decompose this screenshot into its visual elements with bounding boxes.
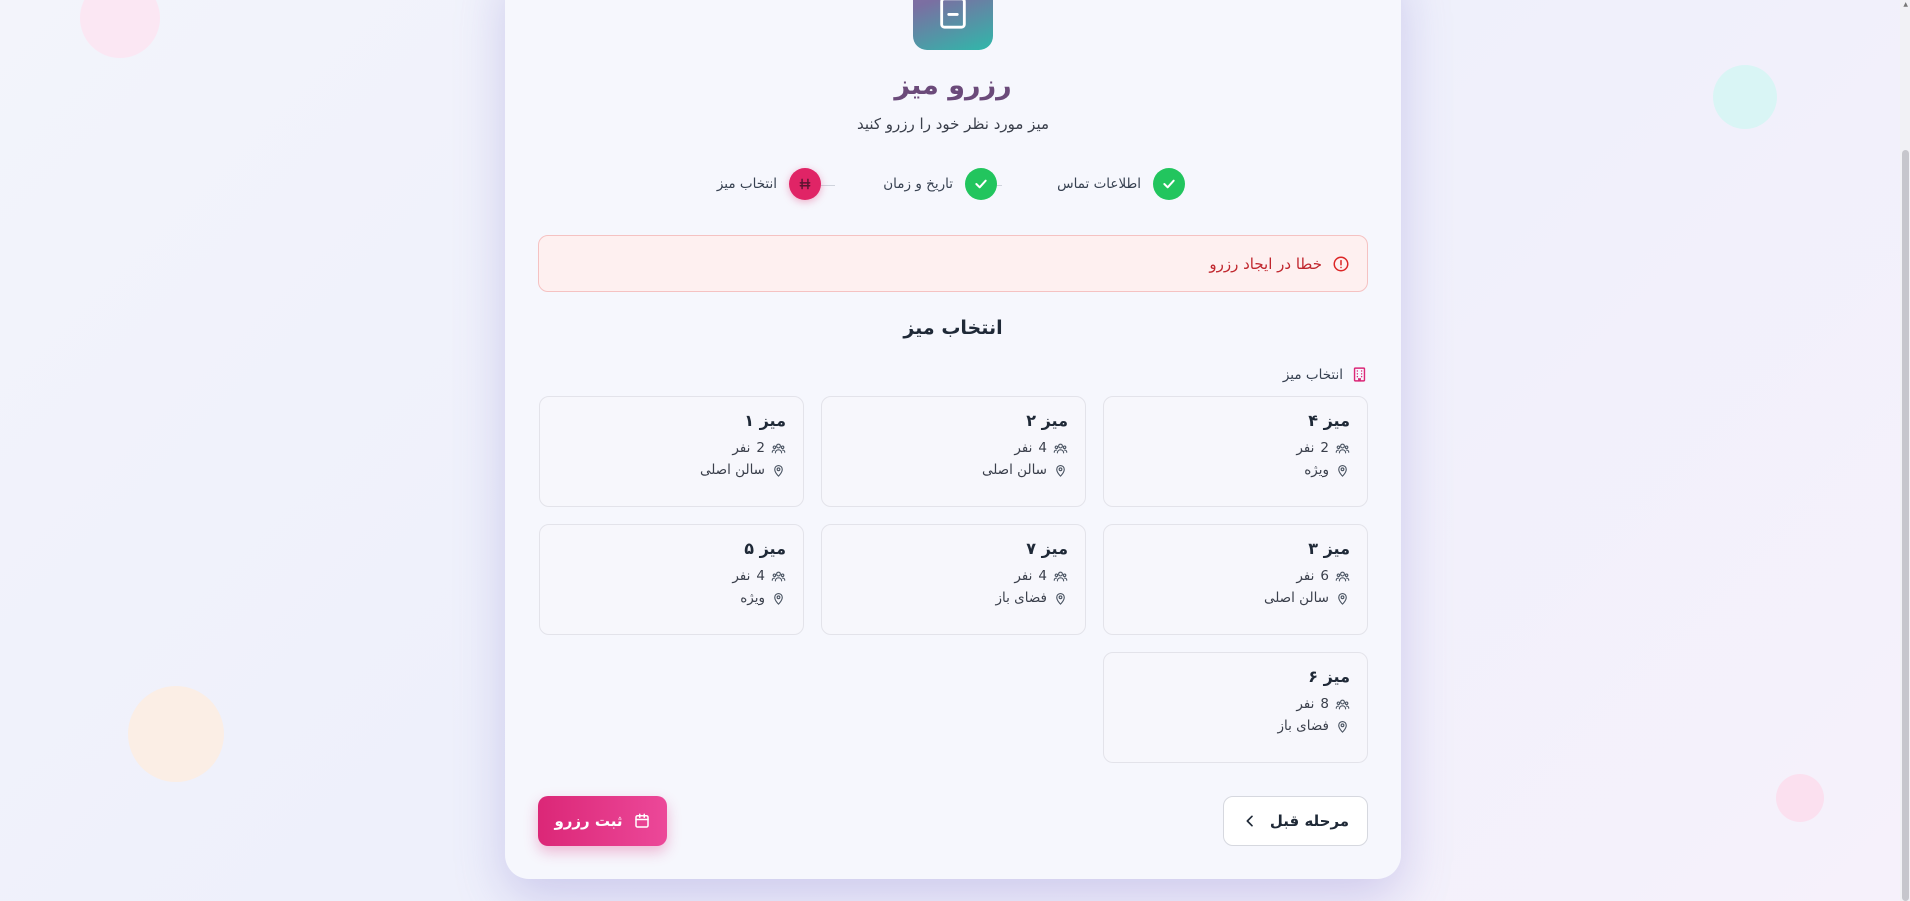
capacity-count: 2 xyxy=(756,440,765,456)
location-label: سالن اصلی xyxy=(1263,590,1329,606)
location-label: ویژه xyxy=(740,590,765,606)
users-icon xyxy=(1335,571,1350,581)
table-capacity: 2 نفر xyxy=(1121,440,1350,456)
step-date-time: تاریخ و زمان xyxy=(883,168,997,200)
location-label: سالن اصلی xyxy=(699,462,765,478)
step-select-table: انتخاب میز xyxy=(717,168,821,200)
capacity-unit: نفر xyxy=(1296,696,1315,712)
decorative-bubble xyxy=(1776,774,1824,822)
step-label: تاریخ و زمان xyxy=(883,176,953,192)
table-location: ویژه xyxy=(557,590,786,606)
capacity-count: 8 xyxy=(1320,696,1329,712)
capacity-count: 4 xyxy=(1038,440,1047,456)
table-select-label: انتخاب میز xyxy=(1283,366,1368,383)
table-location: فضای باز xyxy=(1121,718,1350,734)
table-option-card[interactable]: میز ۳ 6 نفر سالن اصلی xyxy=(1103,524,1368,635)
alert-circle-icon xyxy=(1333,256,1349,271)
table-capacity: 4 نفر xyxy=(557,568,786,584)
capacity-unit: نفر xyxy=(732,440,751,456)
location-pin-icon xyxy=(774,464,783,477)
page-subtitle: میز مورد نظر خود را رزرو کنید xyxy=(856,115,1050,133)
table-name: میز ۳ xyxy=(1308,539,1350,558)
table-capacity: 4 نفر xyxy=(839,440,1068,456)
decorative-bubble xyxy=(1713,65,1777,129)
location-label: فضای باز xyxy=(1277,718,1329,734)
table-location: فضای باز xyxy=(839,590,1068,606)
page-scrollbar[interactable]: ▲ xyxy=(1900,0,1910,901)
table-capacity: 2 نفر xyxy=(557,440,786,456)
capacity-count: 6 xyxy=(1320,568,1329,584)
error-alert: خطا در ایجاد رزرو xyxy=(538,235,1368,292)
step-label: انتخاب میز xyxy=(716,176,777,192)
calendar-icon xyxy=(940,0,966,29)
section-title: انتخاب میز xyxy=(903,317,1003,339)
step-label: اطلاعات تماس xyxy=(1057,176,1141,192)
location-pin-icon xyxy=(774,592,783,605)
error-message: خطا در ایجاد رزرو xyxy=(1209,254,1322,273)
location-pin-icon xyxy=(1338,720,1347,733)
location-pin-icon xyxy=(1056,464,1065,477)
table-name: میز ۲ xyxy=(1026,411,1068,430)
table-name: میز ۶ xyxy=(1308,667,1350,686)
app-logo xyxy=(913,0,993,50)
check-icon xyxy=(1153,168,1185,200)
capacity-unit: نفر xyxy=(1014,568,1033,584)
reservation-card: رزرو میز میز مورد نظر خود را رزرو کنید ا… xyxy=(505,0,1401,879)
progress-stepper: اطلاعات تماس تاریخ و زمان انتخاب میز xyxy=(505,168,1401,204)
capacity-unit: نفر xyxy=(732,568,751,584)
table-option-card[interactable]: میز ۵ 4 نفر ویژه xyxy=(539,524,804,635)
submit-reservation-button[interactable]: ثبت رزرو xyxy=(538,796,667,846)
table-name: میز ۴ xyxy=(1308,411,1350,430)
building-icon xyxy=(1353,367,1366,382)
check-icon xyxy=(965,168,997,200)
location-label: فضای باز xyxy=(995,590,1047,606)
chevron-left-icon xyxy=(1246,815,1253,827)
capacity-unit: نفر xyxy=(1014,440,1033,456)
location-pin-icon xyxy=(1338,592,1347,605)
previous-step-button[interactable]: مرحله قبل xyxy=(1223,796,1368,846)
users-icon xyxy=(771,443,786,453)
decorative-bubble xyxy=(80,0,160,58)
location-label: ویژه xyxy=(1304,462,1329,478)
table-location: ویژه xyxy=(1121,462,1350,478)
users-icon xyxy=(1053,571,1068,581)
step-contact-info: اطلاعات تماس xyxy=(1057,168,1185,200)
users-icon xyxy=(1053,443,1068,453)
table-name: میز ۷ xyxy=(1026,539,1068,558)
table-icon xyxy=(789,168,821,200)
users-icon xyxy=(771,571,786,581)
table-option-card[interactable]: میز ۲ 4 نفر سالن اصلی xyxy=(821,396,1086,507)
capacity-unit: نفر xyxy=(1296,440,1315,456)
table-capacity: 4 نفر xyxy=(839,568,1068,584)
scroll-up-icon[interactable]: ▲ xyxy=(1903,2,1908,8)
table-capacity: 8 نفر xyxy=(1121,696,1350,712)
capacity-count: 2 xyxy=(1320,440,1329,456)
location-pin-icon xyxy=(1338,464,1347,477)
table-options-grid: میز ۴ 2 نفر ویژه میز ۲ 4 نفر سالن اصلی میز ۱ 2 نفر… xyxy=(538,396,1368,763)
location-label: سالن اصلی xyxy=(981,462,1047,478)
users-icon xyxy=(1335,443,1350,453)
table-option-card[interactable]: میز ۴ 2 نفر ویژه xyxy=(1103,396,1368,507)
table-name: میز ۱ xyxy=(744,411,786,430)
table-name: میز ۵ xyxy=(744,539,786,558)
table-capacity: 6 نفر xyxy=(1121,568,1350,584)
table-option-card[interactable]: میز ۱ 2 نفر سالن اصلی xyxy=(539,396,804,507)
users-icon xyxy=(1335,699,1350,709)
table-location: سالن اصلی xyxy=(839,462,1068,478)
scrollbar-thumb[interactable] xyxy=(1902,150,1909,901)
capacity-count: 4 xyxy=(1038,568,1047,584)
table-option-card[interactable]: میز ۷ 4 نفر فضای باز xyxy=(821,524,1086,635)
location-pin-icon xyxy=(1056,592,1065,605)
calendar-icon xyxy=(634,813,649,828)
table-location: سالن اصلی xyxy=(1121,590,1350,606)
table-option-card[interactable]: میز ۶ 8 نفر فضای باز xyxy=(1103,652,1368,763)
table-location: سالن اصلی xyxy=(557,462,786,478)
capacity-unit: نفر xyxy=(1296,568,1315,584)
page-title: رزرو میز xyxy=(894,70,1012,101)
capacity-count: 4 xyxy=(756,568,765,584)
decorative-bubble xyxy=(128,686,224,782)
